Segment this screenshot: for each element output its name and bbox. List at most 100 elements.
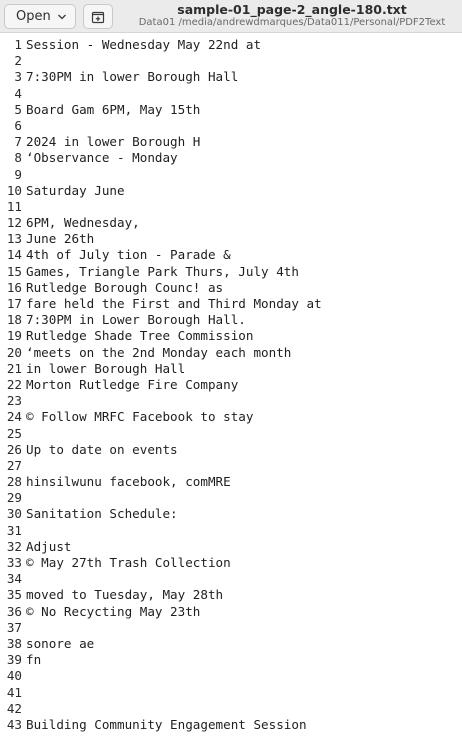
editor-line[interactable]: 9 xyxy=(0,167,322,183)
editor-line[interactable]: 17 fare held the First and Third Monday a… xyxy=(0,296,322,312)
line-number: 16 xyxy=(6,279,22,295)
editor-line[interactable]: 24 © Follow MRFC Facebook to stay xyxy=(0,409,322,425)
line-number: 22 xyxy=(6,376,22,392)
editor-line[interactable]: 41 xyxy=(0,685,322,701)
editor-line[interactable]: 11 xyxy=(0,199,322,215)
new-tab-icon xyxy=(91,11,105,23)
open-button-label: Open xyxy=(16,9,51,24)
line-text: moved to Tuesday, May 28th xyxy=(26,587,224,603)
editor-line[interactable]: 35 moved to Tuesday, May 28th xyxy=(0,587,322,603)
editor-line[interactable]: 10 Saturday June xyxy=(0,183,322,199)
editor-line[interactable]: 37 xyxy=(0,620,322,636)
editor-line[interactable]: 15 Games, Triangle Park Thurs, July 4th xyxy=(0,264,322,280)
editor-line[interactable]: 27 xyxy=(0,458,322,474)
line-number: 39 xyxy=(6,652,22,668)
line-number: 2 xyxy=(14,53,22,69)
line-number: 40 xyxy=(6,668,22,684)
editor-line[interactable]: 20 ‘meets on the 2nd Monday each month xyxy=(0,345,322,361)
line-text: Session - Wednesday May 22nd at xyxy=(26,37,262,52)
editor-line[interactable]: 23 xyxy=(0,393,322,409)
line-number: 42 xyxy=(6,700,22,716)
editor-line[interactable]: 18 7:30PM in Lower Borough Hall. xyxy=(0,312,322,328)
editor-line[interactable]: 22 Morton Rutledge Fire Company xyxy=(0,377,322,393)
line-text: fn xyxy=(26,652,42,668)
editor-line[interactable]: 8 ‘Observance - Monday xyxy=(0,150,322,166)
line-text: Morton Rutledge Fire Company xyxy=(26,376,239,392)
new-tab-button[interactable] xyxy=(83,4,113,29)
editor-line[interactable]: 7 2024 in lower Borough H xyxy=(0,134,322,150)
line-number: 27 xyxy=(6,457,22,473)
open-button[interactable]: Open xyxy=(4,4,76,29)
line-list: 1 Session - Wednesday May 22nd at 2 3 7:30PM… xyxy=(0,37,322,733)
line-number: 18 xyxy=(6,312,22,328)
editor-line[interactable]: 12 6PM, Wednesday, xyxy=(0,215,322,231)
line-number: 3 xyxy=(14,69,22,85)
line-number: 4 xyxy=(14,85,22,101)
editor-line[interactable]: 26 Up to date on events xyxy=(0,442,322,458)
line-number: 17 xyxy=(6,296,22,311)
editor-line[interactable]: 29 xyxy=(0,490,322,506)
editor-line[interactable]: 30 Sanitation Schedule: xyxy=(0,506,322,522)
editor-line[interactable]: 19 Rutledge Shade Tree Commission xyxy=(0,328,322,344)
file-path: Data01 /media/andrewdmarques/Data011/Per… xyxy=(138,17,446,28)
line-number: 43 xyxy=(6,716,22,732)
line-text: 7:30PM in lower Borough Hall xyxy=(26,69,239,85)
text-editor[interactable]: 1 Session - Wednesday May 22nd at 2 3 7:30PM… xyxy=(0,34,462,736)
line-number: 31 xyxy=(6,522,22,538)
window-title: sample-01_page-2_angle-180.txt xyxy=(177,2,407,17)
line-number: 6 xyxy=(14,117,22,133)
line-number: 24 xyxy=(6,409,22,425)
header-bar: Open sample-01_page-2_angle-180.txt Data… xyxy=(0,0,462,33)
line-number: 7 xyxy=(14,134,22,150)
editor-line[interactable]: 13 June 26th xyxy=(0,231,322,247)
line-number: 30 xyxy=(6,506,22,522)
editor-line[interactable]: 16 Rutledge Borough Counc! as xyxy=(0,280,322,296)
editor-line[interactable]: 32 Adjust xyxy=(0,539,322,555)
line-number: 11 xyxy=(6,198,22,214)
editor-line[interactable]: 4 xyxy=(0,86,322,102)
editor-line[interactable]: 38 sonore ae xyxy=(0,636,322,652)
editor-line[interactable]: 5 Board Gam 6PM, May 15th xyxy=(0,102,322,118)
line-number: 41 xyxy=(6,684,22,700)
line-text: © No Recycting May 23th xyxy=(26,603,201,619)
line-text: Rutledge Borough Counc! as xyxy=(26,279,224,295)
line-text: ‘meets on the 2nd Monday each month xyxy=(26,344,292,360)
line-number: 21 xyxy=(6,360,22,376)
line-number: 28 xyxy=(6,474,22,490)
line-number: 38 xyxy=(6,635,22,651)
line-text: hinsilwunu facebook, comMRE xyxy=(26,474,231,490)
line-number: 1 xyxy=(14,37,22,52)
window-title-area: sample-01_page-2_angle-180.txt Data01 /m… xyxy=(122,0,462,33)
editor-line[interactable]: 3 7:30PM in lower Borough Hall xyxy=(0,69,322,85)
line-text: © Follow MRFC Facebook to stay xyxy=(26,409,254,425)
line-number: 33 xyxy=(6,555,22,570)
line-number: 15 xyxy=(6,263,22,279)
editor-line[interactable]: 2 xyxy=(0,53,322,69)
line-number: 8 xyxy=(14,150,22,166)
line-text: 4th of July tion - Parade & xyxy=(26,247,231,263)
editor-line[interactable]: 25 xyxy=(0,426,322,442)
line-text: 6PM, Wednesday, xyxy=(26,215,140,231)
editor-line[interactable]: 31 xyxy=(0,523,322,539)
line-number: 26 xyxy=(6,441,22,457)
editor-line[interactable]: 33 © May 27th Trash Collection xyxy=(0,555,322,571)
editor-line[interactable]: 36 © No Recycting May 23th xyxy=(0,604,322,620)
editor-line[interactable]: 6 xyxy=(0,118,322,134)
line-number: 25 xyxy=(6,425,22,441)
line-number: 10 xyxy=(6,182,22,198)
editor-line[interactable]: 28 hinsilwunu facebook, comMRE xyxy=(0,474,322,490)
editor-line[interactable]: 34 xyxy=(0,571,322,587)
line-text: © May 27th Trash Collection xyxy=(26,555,231,570)
line-number: 13 xyxy=(6,231,22,247)
editor-line[interactable]: 14 4th of July tion - Parade & xyxy=(0,247,322,263)
editor-line[interactable]: 43 Building Community Engagement Session xyxy=(0,717,322,733)
chevron-down-icon xyxy=(58,14,66,20)
editor-line[interactable]: 21 in lower Borough Hall xyxy=(0,361,322,377)
editor-line[interactable]: 40 xyxy=(0,668,322,684)
editor-line[interactable]: 42 xyxy=(0,701,322,717)
editor-line[interactable]: 1 Session - Wednesday May 22nd at xyxy=(0,37,322,53)
editor-line[interactable]: 39 fn xyxy=(0,652,322,668)
line-text: fare held the First and Third Monday at xyxy=(26,296,322,311)
line-text: Games, Triangle Park Thurs, July 4th xyxy=(26,263,299,279)
line-text: 7:30PM in Lower Borough Hall. xyxy=(26,312,246,328)
